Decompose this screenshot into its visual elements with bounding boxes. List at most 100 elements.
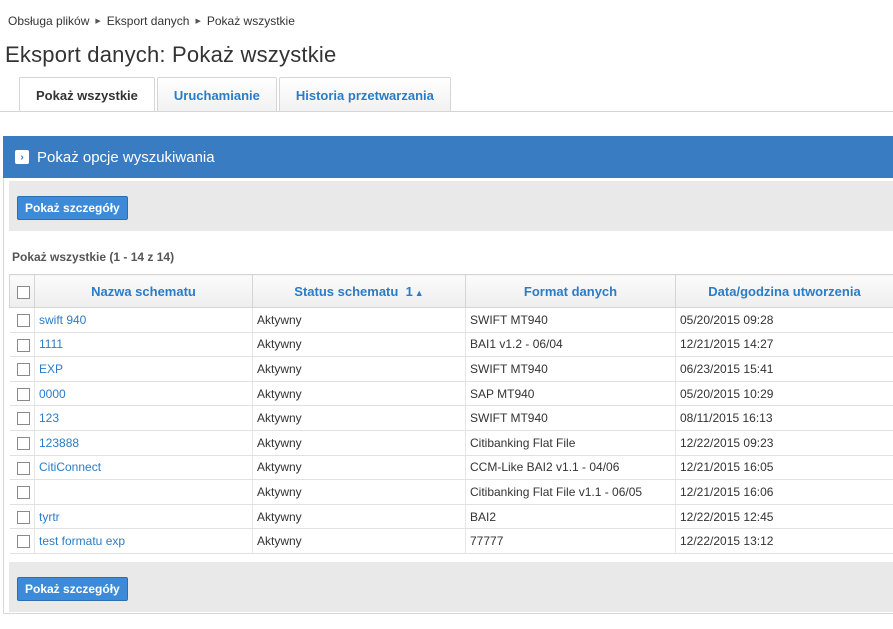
- chevron-right-icon[interactable]: ›: [15, 150, 29, 164]
- column-header-created[interactable]: Data/godzina utworzenia: [675, 274, 893, 308]
- schema-name-link[interactable]: 123: [39, 411, 59, 425]
- row-select-cell: [9, 528, 35, 554]
- schema-name-link[interactable]: tyrtr: [39, 510, 60, 524]
- schema-status-cell: Aktywny: [252, 430, 466, 456]
- data-format-cell: CCM-Like BAI2 v1.1 - 04/06: [465, 455, 676, 481]
- table-row: EXP Aktywny SWIFT MT940 06/23/2015 15:41: [9, 356, 893, 382]
- select-all-cell: [9, 274, 35, 308]
- table-row: 123 Aktywny SWIFT MT940 08/11/2015 16:13: [9, 405, 893, 431]
- row-checkbox[interactable]: [16, 387, 30, 401]
- top-button-bar: Pokaż szczegóły: [9, 181, 893, 231]
- row-select-cell: [9, 332, 35, 358]
- row-checkbox[interactable]: [16, 486, 30, 500]
- schema-name-link[interactable]: 0000: [39, 387, 66, 401]
- tab-show-all[interactable]: Pokaż wszystkie: [19, 77, 155, 112]
- schema-status-cell: Aktywny: [252, 332, 466, 358]
- row-select-cell: [9, 405, 35, 431]
- created-date-cell: 05/20/2015 09:28: [675, 307, 893, 333]
- table-row: 0000 Aktywny SAP MT940 05/20/2015 10:29: [9, 381, 893, 407]
- row-checkbox[interactable]: [16, 412, 30, 426]
- show-details-button-bottom[interactable]: Pokaż szczegóły: [17, 577, 128, 601]
- search-options-toggle[interactable]: › Pokaż opcje wyszukiwania: [3, 136, 893, 178]
- data-format-cell: SWIFT MT940: [465, 405, 676, 431]
- bottom-button-bar: Pokaż szczegóły: [9, 562, 893, 612]
- table-header-row: Nazwa schematu Status schematu 1 ▲ Format…: [9, 274, 893, 308]
- table-row: swift 940 Aktywny SWIFT MT940 05/20/2015…: [9, 307, 893, 333]
- column-header-name[interactable]: Nazwa schematu: [34, 274, 253, 308]
- column-header-status-label: Status schematu: [294, 283, 399, 299]
- sort-order-label: 1: [405, 283, 413, 299]
- schema-name-cell: 123: [34, 405, 253, 431]
- row-checkbox[interactable]: [16, 338, 30, 352]
- schema-name-link[interactable]: 123888: [39, 436, 79, 450]
- breadcrumb-item-data-export[interactable]: Eksport danych: [107, 14, 190, 28]
- data-format-cell: Citibanking Flat File v1.1 - 06/05: [465, 479, 676, 505]
- schema-name-link[interactable]: test formatu exp: [39, 534, 125, 548]
- data-format-cell: BAI2: [465, 504, 676, 530]
- created-date-cell: 12/22/2015 13:12: [675, 528, 893, 554]
- row-checkbox[interactable]: [16, 436, 30, 450]
- schema-name-link[interactable]: CitiConnect: [39, 460, 101, 474]
- schema-name-cell: 123888: [34, 430, 253, 456]
- row-checkbox[interactable]: [16, 313, 30, 327]
- column-header-format-label: Format danych: [523, 283, 618, 299]
- created-date-cell: 12/21/2015 16:06: [675, 479, 893, 505]
- breadcrumb: Obsługa plików ▶ Eksport danych ▶ Pokaż …: [8, 14, 295, 28]
- column-header-status[interactable]: Status schematu 1 ▲: [252, 274, 466, 308]
- schemas-table: Nazwa schematu Status schematu 1 ▲ Format…: [9, 274, 893, 554]
- created-date-cell: 12/21/2015 16:05: [675, 455, 893, 481]
- sort-ascending-icon: ▲: [414, 287, 424, 298]
- tab-divider: [0, 111, 893, 112]
- schema-status-cell: Aktywny: [252, 479, 466, 505]
- row-select-cell: [9, 479, 35, 505]
- column-header-format[interactable]: Format danych: [465, 274, 676, 308]
- tab-processing-history[interactable]: Historia przetwarzania: [278, 77, 451, 112]
- table-row: test formatu exp Aktywny 77777 12/22/201…: [9, 528, 893, 554]
- table-row: tyrtr Aktywny BAI2 12/22/2015 12:45: [9, 504, 893, 530]
- schema-status-cell: Aktywny: [252, 405, 466, 431]
- row-select-cell: [9, 430, 35, 456]
- data-format-cell: SAP MT940: [465, 381, 676, 407]
- row-select-cell: [9, 356, 35, 382]
- select-all-checkbox[interactable]: [17, 285, 30, 299]
- breadcrumb-item-show-all: Pokaż wszystkie: [206, 14, 295, 28]
- schema-name-cell: 1111: [34, 332, 253, 358]
- data-format-cell: BAI1 v1.2 - 06/04: [465, 332, 676, 358]
- data-format-cell: Citibanking Flat File: [465, 430, 676, 456]
- row-select-cell: [9, 307, 35, 333]
- tab-run[interactable]: Uruchamianie: [156, 77, 277, 112]
- created-date-cell: 05/20/2015 10:29: [675, 381, 893, 407]
- breadcrumb-item-file-handling[interactable]: Obsługa plików: [8, 14, 89, 28]
- schema-status-cell: Aktywny: [252, 307, 466, 333]
- table-row: Aktywny Citibanking Flat File v1.1 - 06/…: [9, 479, 893, 505]
- table-row: CitiConnect Aktywny CCM-Like BAI2 v1.1 -…: [9, 455, 893, 481]
- schema-name-link[interactable]: EXP: [39, 362, 63, 376]
- row-checkbox[interactable]: [16, 510, 30, 524]
- schema-name-cell: tyrtr: [34, 504, 253, 530]
- show-details-button-top[interactable]: Pokaż szczegóły: [17, 196, 128, 220]
- created-date-cell: 06/23/2015 15:41: [675, 356, 893, 382]
- search-options-label[interactable]: Pokaż opcje wyszukiwania: [37, 149, 215, 166]
- result-count: Pokaż wszystkie (1 - 14 z 14): [12, 250, 175, 264]
- schema-name-cell: 0000: [34, 381, 253, 407]
- row-checkbox[interactable]: [16, 363, 30, 377]
- schema-name-link[interactable]: swift 940: [39, 313, 86, 327]
- page-title: Eksport danych: Pokaż wszystkie: [5, 42, 337, 67]
- row-checkbox[interactable]: [16, 461, 30, 475]
- data-format-cell: 77777: [465, 528, 676, 554]
- schema-name-link[interactable]: 1111: [39, 337, 63, 351]
- schema-name-cell: [34, 479, 253, 505]
- data-format-cell: SWIFT MT940: [465, 356, 676, 382]
- row-checkbox[interactable]: [16, 535, 30, 549]
- schema-name-cell: CitiConnect: [34, 455, 253, 481]
- schema-status-cell: Aktywny: [252, 455, 466, 481]
- schema-status-cell: Aktywny: [252, 528, 466, 554]
- breadcrumb-separator-icon: ▶: [195, 18, 201, 25]
- row-select-cell: [9, 455, 35, 481]
- column-header-created-label: Data/godzina utworzenia: [708, 283, 861, 299]
- tab-bar: Pokaż wszystkie Uruchamianie Historia pr…: [19, 77, 453, 112]
- table-row: 1111 Aktywny BAI1 v1.2 - 06/04 12/21/201…: [9, 332, 893, 358]
- schema-status-cell: Aktywny: [252, 504, 466, 530]
- created-date-cell: 12/22/2015 12:45: [675, 504, 893, 530]
- schema-status-cell: Aktywny: [252, 356, 466, 382]
